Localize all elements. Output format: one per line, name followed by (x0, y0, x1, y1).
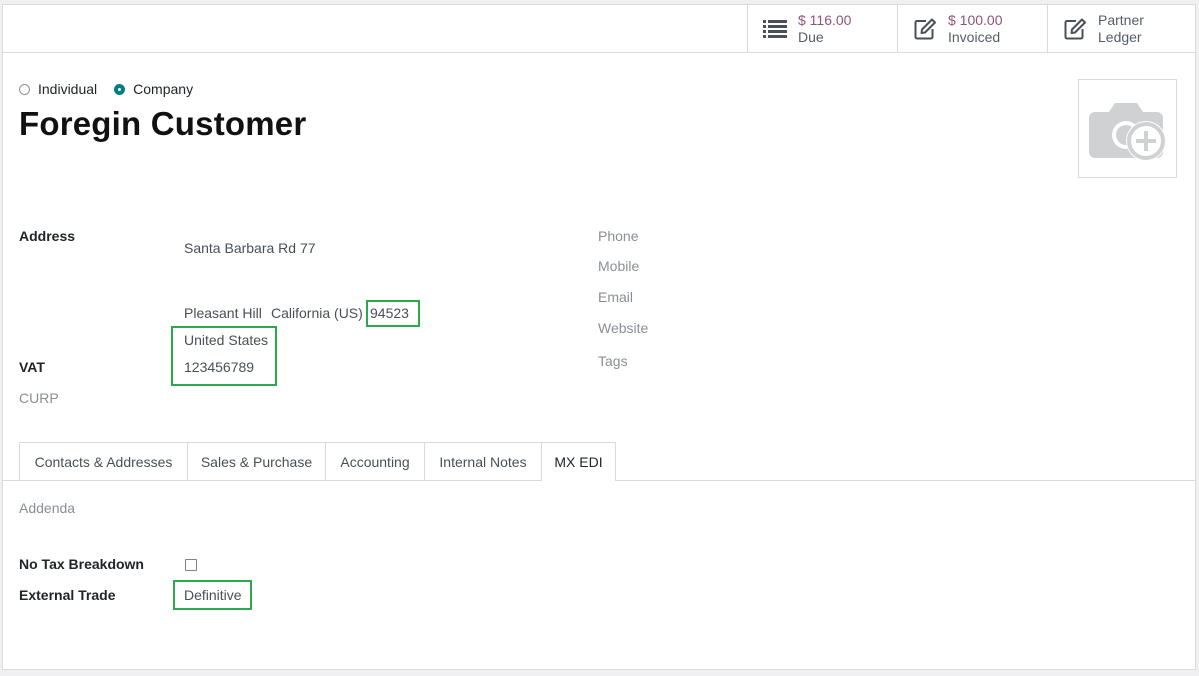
list-icon (762, 16, 788, 42)
state-field[interactable]: California (US) (271, 305, 363, 321)
due-amount: $ 116.00 (798, 11, 852, 28)
tab-sales-purchase[interactable]: Sales & Purchase (187, 442, 326, 480)
external-trade-field[interactable]: Definitive (184, 587, 242, 603)
street-field[interactable]: Santa Barbara Rd 77 (184, 240, 316, 256)
invoiced-button[interactable]: $ 100.00 Invoiced (897, 5, 1047, 52)
camera-plus-icon (1088, 102, 1166, 161)
zip-field[interactable]: 94523 (370, 305, 409, 321)
individual-radio[interactable] (19, 83, 30, 95)
external-trade-label: External Trade (19, 587, 116, 603)
address-label: Address (19, 228, 76, 244)
tab-accounting[interactable]: Accounting (325, 442, 425, 480)
tab-contacts-addresses[interactable]: Contacts & Addresses (19, 442, 188, 480)
individual-label[interactable]: Individual (38, 81, 97, 97)
notebook-tabs: Contacts & Addresses Sales & Purchase Ac… (3, 442, 1195, 481)
form-sheet: $ 116.00 Due $ 100.00 Invoiced Partner L… (2, 4, 1196, 670)
city-field[interactable]: Pleasant Hill (184, 305, 262, 321)
email-label: Email (598, 289, 634, 305)
curp-label: CURP (19, 390, 59, 406)
invoiced-amount: $ 100.00 (948, 11, 1003, 28)
pencil-square-icon (912, 16, 938, 42)
tab-internal-notes[interactable]: Internal Notes (424, 442, 542, 480)
due-label: Due (798, 28, 824, 45)
smart-button-bar: $ 116.00 Due $ 100.00 Invoiced Partner L… (3, 5, 1195, 53)
tab-mx-edi[interactable]: MX EDI (541, 442, 616, 481)
phone-label: Phone (598, 228, 639, 244)
mobile-label: Mobile (598, 258, 640, 274)
pencil-square-icon (1062, 16, 1088, 42)
tags-label: Tags (598, 353, 628, 369)
company-radio[interactable] (114, 83, 126, 95)
country-field[interactable]: United States (184, 332, 268, 348)
company-label[interactable]: Company (133, 81, 193, 97)
no-tax-breakdown-checkbox[interactable] (185, 559, 197, 571)
addenda-label: Addenda (19, 500, 76, 516)
due-button[interactable]: $ 116.00 Due (747, 5, 897, 52)
vat-field[interactable]: 123456789 (184, 359, 254, 375)
vat-label: VAT (19, 359, 45, 375)
company-type-selector: Individual Company (19, 81, 210, 97)
avatar-upload[interactable] (1078, 79, 1177, 178)
website-label: Website (598, 320, 649, 336)
ledger-label-line2: Ledger (1098, 28, 1142, 45)
partner-ledger-button[interactable]: Partner Ledger (1047, 5, 1195, 52)
no-tax-breakdown-label: No Tax Breakdown (19, 556, 144, 572)
invoiced-label: Invoiced (948, 28, 1001, 45)
partner-name[interactable]: Foregin Customer (19, 105, 306, 143)
ledger-label-line1: Partner (1098, 11, 1144, 28)
